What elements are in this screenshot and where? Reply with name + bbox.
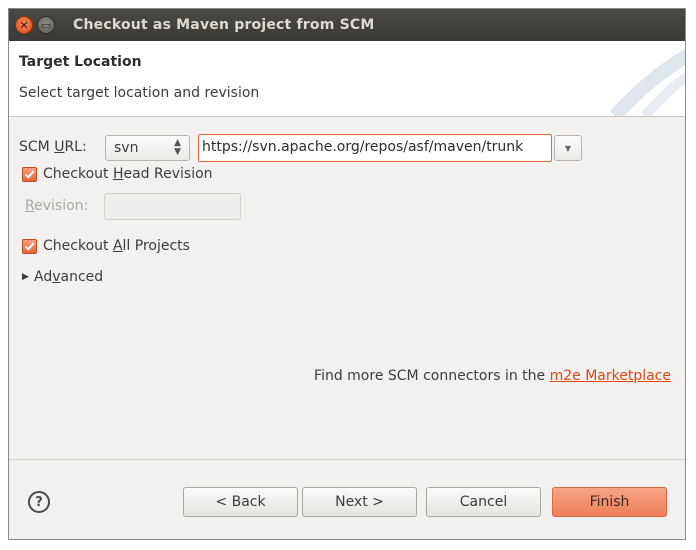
- checkmark-icon: [24, 170, 35, 179]
- close-icon: ✕: [19, 18, 29, 32]
- all-projects-label[interactable]: Checkout All Projects: [43, 238, 190, 254]
- header-decoration-graphic: [609, 48, 685, 116]
- advanced-section-toggle[interactable]: Advanced: [34, 269, 103, 285]
- advanced-expand-icon[interactable]: ▶: [22, 272, 29, 282]
- minimize-window-button[interactable]: ▭: [37, 16, 55, 34]
- cancel-button[interactable]: Cancel: [426, 487, 541, 517]
- chevron-down-icon: ▼: [564, 143, 572, 153]
- head-revision-label-post: ead Revision: [123, 166, 213, 182]
- spinner-arrows-icon: ▲ ▼: [174, 138, 181, 157]
- revision-label-post: evision:: [34, 198, 89, 214]
- scm-url-label-post: RL:: [64, 139, 87, 155]
- close-window-button[interactable]: ✕: [15, 16, 33, 34]
- url-history-dropdown-button[interactable]: ▼: [554, 135, 582, 161]
- title-bar[interactable]: ✕ ▭ Checkout as Maven project from SCM: [9, 9, 685, 41]
- head-revision-label-mnemonic: H: [112, 166, 124, 182]
- page-title: Target Location: [19, 54, 142, 70]
- finish-button[interactable]: Finish: [552, 487, 667, 517]
- checkmark-icon: [24, 242, 35, 251]
- head-revision-label-pre: Checkout: [43, 166, 113, 182]
- all-projects-label-pre: Checkout: [43, 238, 113, 254]
- revision-label: Revision:: [25, 198, 88, 214]
- wizard-body: SCM URL: svn ▲ ▼ https://svn.apache.org/r…: [9, 117, 685, 461]
- next-button[interactable]: Next >: [302, 487, 417, 517]
- page-description: Select target location and revision: [19, 85, 260, 101]
- advanced-label-pre: Ad: [34, 269, 53, 285]
- all-projects-checkbox[interactable]: [22, 239, 37, 254]
- all-projects-label-mnemonic: A: [112, 238, 123, 254]
- scm-url-label-pre: SCM: [19, 139, 55, 155]
- minimize-icon: ▭: [40, 18, 52, 32]
- revision-input[interactable]: [104, 193, 241, 220]
- scm-url-label-mnemonic: U: [54, 139, 65, 155]
- marketplace-hint: Find more SCM connectors in the m2e Mark…: [314, 368, 671, 384]
- revision-label-mnemonic: R: [25, 198, 35, 214]
- scm-url-input[interactable]: https://svn.apache.org/repos/asf/maven/t…: [198, 134, 552, 162]
- head-revision-label[interactable]: Checkout Head Revision: [43, 166, 213, 182]
- advanced-label-mnemonic: v: [52, 269, 61, 285]
- button-bar: ? < Back Next > Cancel Finish: [9, 459, 685, 539]
- scm-url-label: SCM URL:: [19, 139, 87, 155]
- wizard-header: Target Location Select target location a…: [9, 41, 685, 117]
- back-button[interactable]: < Back: [183, 487, 298, 517]
- window-title: Checkout as Maven project from SCM: [73, 17, 375, 33]
- scm-type-value: svn: [114, 140, 139, 156]
- help-icon[interactable]: ?: [28, 491, 50, 513]
- marketplace-link[interactable]: m2e Marketplace: [550, 368, 671, 384]
- dialog-window: ✕ ▭ Checkout as Maven project from SCM T…: [8, 8, 686, 540]
- marketplace-hint-text: Find more SCM connectors in the: [314, 368, 550, 384]
- scm-type-select[interactable]: svn ▲ ▼: [105, 135, 190, 161]
- all-projects-label-post: ll Projects: [122, 238, 190, 254]
- head-revision-checkbox[interactable]: [22, 167, 37, 182]
- advanced-label-post: anced: [60, 269, 104, 285]
